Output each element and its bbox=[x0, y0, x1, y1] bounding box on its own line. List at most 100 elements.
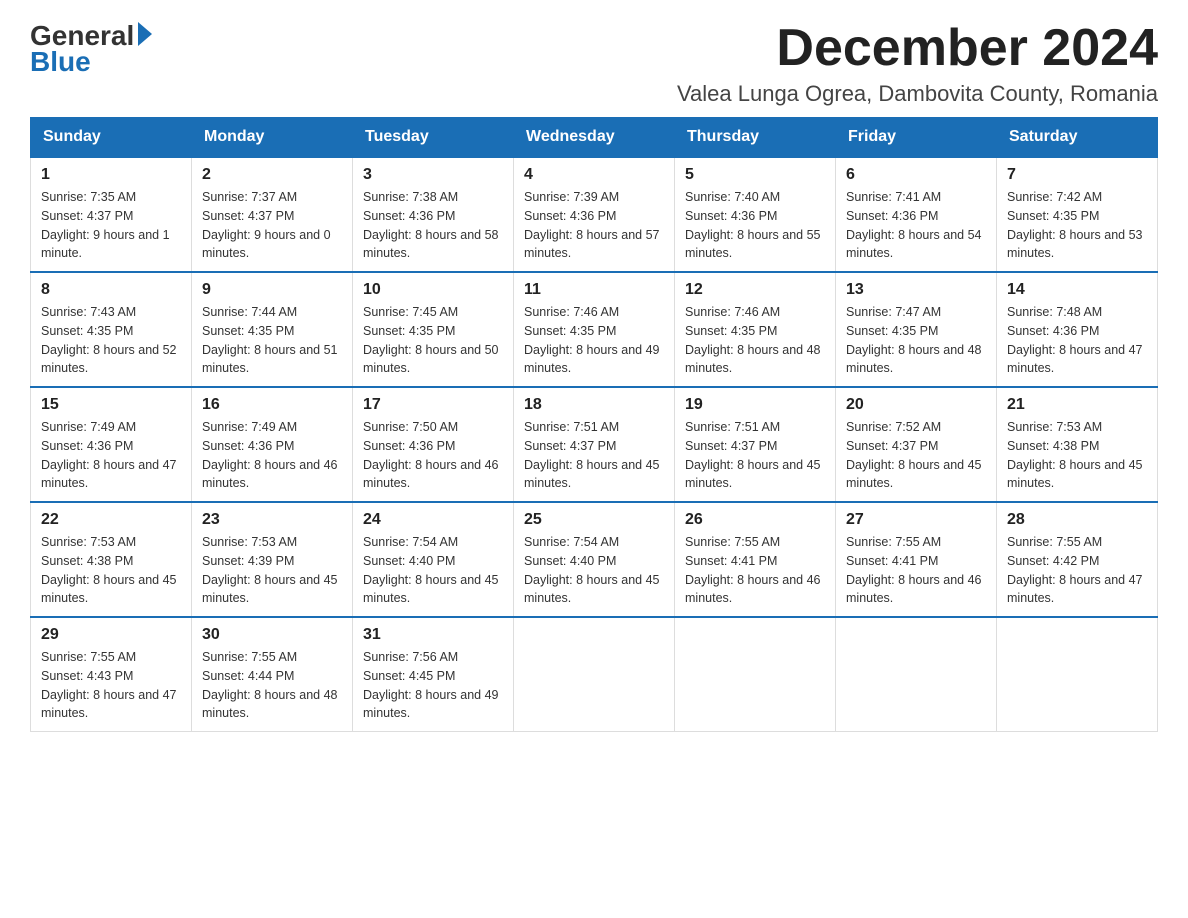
day-info: Sunrise: 7:55 AMSunset: 4:42 PMDaylight:… bbox=[1007, 533, 1147, 608]
calendar-cell: 19Sunrise: 7:51 AMSunset: 4:37 PMDayligh… bbox=[675, 387, 836, 502]
calendar-cell: 2 Sunrise: 7:37 AMSunset: 4:37 PMDaylight… bbox=[192, 157, 353, 272]
day-header-tuesday: Tuesday bbox=[353, 118, 514, 158]
day-info: Sunrise: 7:54 AMSunset: 4:40 PMDaylight:… bbox=[524, 533, 664, 608]
day-info: Sunrise: 7:48 AMSunset: 4:36 PMDaylight:… bbox=[1007, 303, 1147, 378]
day-number: 30 bbox=[202, 626, 342, 644]
calendar-cell: 9 Sunrise: 7:44 AMSunset: 4:35 PMDaylight… bbox=[192, 272, 353, 387]
calendar-cell: 8Sunrise: 7:43 AMSunset: 4:35 PMDaylight… bbox=[31, 272, 192, 387]
day-info: Sunrise: 7:49 AMSunset: 4:36 PMDaylight:… bbox=[202, 418, 342, 493]
calendar-cell: 14 Sunrise: 7:48 AMSunset: 4:36 PMDayligh… bbox=[997, 272, 1158, 387]
calendar-week-3: 15 Sunrise: 7:49 AMSunset: 4:36 PMDayligh… bbox=[31, 387, 1158, 502]
day-info: Sunrise: 7:37 AMSunset: 4:37 PMDaylight:… bbox=[202, 188, 342, 263]
calendar-cell: 30 Sunrise: 7:55 AMSunset: 4:44 PMDayligh… bbox=[192, 617, 353, 732]
day-info: Sunrise: 7:52 AMSunset: 4:37 PMDaylight:… bbox=[846, 418, 986, 493]
calendar-cell: 26Sunrise: 7:55 AMSunset: 4:41 PMDayligh… bbox=[675, 502, 836, 617]
day-number: 23 bbox=[202, 511, 342, 529]
day-info: Sunrise: 7:49 AMSunset: 4:36 PMDaylight:… bbox=[41, 418, 181, 493]
calendar-cell: 25 Sunrise: 7:54 AMSunset: 4:40 PMDayligh… bbox=[514, 502, 675, 617]
calendar-cell: 7 Sunrise: 7:42 AMSunset: 4:35 PMDaylight… bbox=[997, 157, 1158, 272]
day-number: 12 bbox=[685, 281, 825, 299]
logo: General Blue bbox=[30, 20, 152, 78]
calendar-cell: 15 Sunrise: 7:49 AMSunset: 4:36 PMDayligh… bbox=[31, 387, 192, 502]
day-number: 21 bbox=[1007, 396, 1147, 414]
day-header-sunday: Sunday bbox=[31, 118, 192, 158]
day-number: 6 bbox=[846, 166, 986, 184]
day-number: 24 bbox=[363, 511, 503, 529]
day-info: Sunrise: 7:53 AMSunset: 4:39 PMDaylight:… bbox=[202, 533, 342, 608]
calendar-cell: 24 Sunrise: 7:54 AMSunset: 4:40 PMDayligh… bbox=[353, 502, 514, 617]
day-header-monday: Monday bbox=[192, 118, 353, 158]
calendar-table: SundayMondayTuesdayWednesdayThursdayFrid… bbox=[30, 117, 1158, 732]
day-number: 29 bbox=[41, 626, 181, 644]
day-number: 2 bbox=[202, 166, 342, 184]
day-info: Sunrise: 7:53 AMSunset: 4:38 PMDaylight:… bbox=[41, 533, 181, 608]
day-number: 9 bbox=[202, 281, 342, 299]
calendar-cell: 28 Sunrise: 7:55 AMSunset: 4:42 PMDayligh… bbox=[997, 502, 1158, 617]
calendar-cell: 12 Sunrise: 7:46 AMSunset: 4:35 PMDayligh… bbox=[675, 272, 836, 387]
calendar-cell: 23 Sunrise: 7:53 AMSunset: 4:39 PMDayligh… bbox=[192, 502, 353, 617]
day-number: 8 bbox=[41, 281, 181, 299]
calendar-header: SundayMondayTuesdayWednesdayThursdayFrid… bbox=[31, 118, 1158, 158]
day-number: 14 bbox=[1007, 281, 1147, 299]
day-number: 28 bbox=[1007, 511, 1147, 529]
location-label: Valea Lunga Ogrea, Dambovita County, Rom… bbox=[677, 81, 1158, 107]
day-info: Sunrise: 7:41 AMSunset: 4:36 PMDaylight:… bbox=[846, 188, 986, 263]
calendar-week-5: 29 Sunrise: 7:55 AMSunset: 4:43 PMDayligh… bbox=[31, 617, 1158, 732]
day-info: Sunrise: 7:40 AMSunset: 4:36 PMDaylight:… bbox=[685, 188, 825, 263]
day-info: Sunrise: 7:39 AMSunset: 4:36 PMDaylight:… bbox=[524, 188, 664, 263]
day-info: Sunrise: 7:55 AMSunset: 4:44 PMDaylight:… bbox=[202, 648, 342, 723]
day-info: Sunrise: 7:46 AMSunset: 4:35 PMDaylight:… bbox=[685, 303, 825, 378]
day-info: Sunrise: 7:44 AMSunset: 4:35 PMDaylight:… bbox=[202, 303, 342, 378]
day-header-saturday: Saturday bbox=[997, 118, 1158, 158]
day-number: 17 bbox=[363, 396, 503, 414]
calendar-cell: 21 Sunrise: 7:53 AMSunset: 4:38 PMDayligh… bbox=[997, 387, 1158, 502]
calendar-cell: 1 Sunrise: 7:35 AMSunset: 4:37 PMDaylight… bbox=[31, 157, 192, 272]
calendar-cell: 10 Sunrise: 7:45 AMSunset: 4:35 PMDayligh… bbox=[353, 272, 514, 387]
month-year-title: December 2024 bbox=[677, 20, 1158, 77]
logo-blue-label: Blue bbox=[30, 46, 91, 78]
header: General Blue December 2024 Valea Lunga O… bbox=[30, 20, 1158, 107]
calendar-cell: 29 Sunrise: 7:55 AMSunset: 4:43 PMDayligh… bbox=[31, 617, 192, 732]
day-number: 15 bbox=[41, 396, 181, 414]
day-info: Sunrise: 7:45 AMSunset: 4:35 PMDaylight:… bbox=[363, 303, 503, 378]
calendar-cell bbox=[675, 617, 836, 732]
day-number: 1 bbox=[41, 166, 181, 184]
day-info: Sunrise: 7:53 AMSunset: 4:38 PMDaylight:… bbox=[1007, 418, 1147, 493]
day-number: 3 bbox=[363, 166, 503, 184]
day-info: Sunrise: 7:50 AMSunset: 4:36 PMDaylight:… bbox=[363, 418, 503, 493]
calendar-cell bbox=[997, 617, 1158, 732]
day-number: 11 bbox=[524, 281, 664, 299]
day-number: 31 bbox=[363, 626, 503, 644]
day-info: Sunrise: 7:56 AMSunset: 4:45 PMDaylight:… bbox=[363, 648, 503, 723]
calendar-body: 1 Sunrise: 7:35 AMSunset: 4:37 PMDaylight… bbox=[31, 157, 1158, 732]
day-info: Sunrise: 7:42 AMSunset: 4:35 PMDaylight:… bbox=[1007, 188, 1147, 263]
calendar-cell: 16 Sunrise: 7:49 AMSunset: 4:36 PMDayligh… bbox=[192, 387, 353, 502]
calendar-week-2: 8Sunrise: 7:43 AMSunset: 4:35 PMDaylight… bbox=[31, 272, 1158, 387]
day-number: 25 bbox=[524, 511, 664, 529]
day-number: 7 bbox=[1007, 166, 1147, 184]
day-number: 18 bbox=[524, 396, 664, 414]
calendar-cell: 22 Sunrise: 7:53 AMSunset: 4:38 PMDayligh… bbox=[31, 502, 192, 617]
calendar-cell: 27 Sunrise: 7:55 AMSunset: 4:41 PMDayligh… bbox=[836, 502, 997, 617]
calendar-week-4: 22 Sunrise: 7:53 AMSunset: 4:38 PMDayligh… bbox=[31, 502, 1158, 617]
day-number: 26 bbox=[685, 511, 825, 529]
calendar-cell: 6 Sunrise: 7:41 AMSunset: 4:36 PMDaylight… bbox=[836, 157, 997, 272]
calendar-week-1: 1 Sunrise: 7:35 AMSunset: 4:37 PMDaylight… bbox=[31, 157, 1158, 272]
day-number: 16 bbox=[202, 396, 342, 414]
day-number: 4 bbox=[524, 166, 664, 184]
calendar-cell bbox=[514, 617, 675, 732]
day-number: 10 bbox=[363, 281, 503, 299]
day-number: 22 bbox=[41, 511, 181, 529]
day-info: Sunrise: 7:55 AMSunset: 4:43 PMDaylight:… bbox=[41, 648, 181, 723]
day-info: Sunrise: 7:35 AMSunset: 4:37 PMDaylight:… bbox=[41, 188, 181, 263]
day-info: Sunrise: 7:54 AMSunset: 4:40 PMDaylight:… bbox=[363, 533, 503, 608]
day-number: 5 bbox=[685, 166, 825, 184]
day-info: Sunrise: 7:55 AMSunset: 4:41 PMDaylight:… bbox=[846, 533, 986, 608]
day-number: 27 bbox=[846, 511, 986, 529]
calendar-cell bbox=[836, 617, 997, 732]
calendar-cell: 11 Sunrise: 7:46 AMSunset: 4:35 PMDayligh… bbox=[514, 272, 675, 387]
day-header-wednesday: Wednesday bbox=[514, 118, 675, 158]
day-info: Sunrise: 7:46 AMSunset: 4:35 PMDaylight:… bbox=[524, 303, 664, 378]
title-area: December 2024 Valea Lunga Ogrea, Dambovi… bbox=[677, 20, 1158, 107]
calendar-cell: 3Sunrise: 7:38 AMSunset: 4:36 PMDaylight… bbox=[353, 157, 514, 272]
